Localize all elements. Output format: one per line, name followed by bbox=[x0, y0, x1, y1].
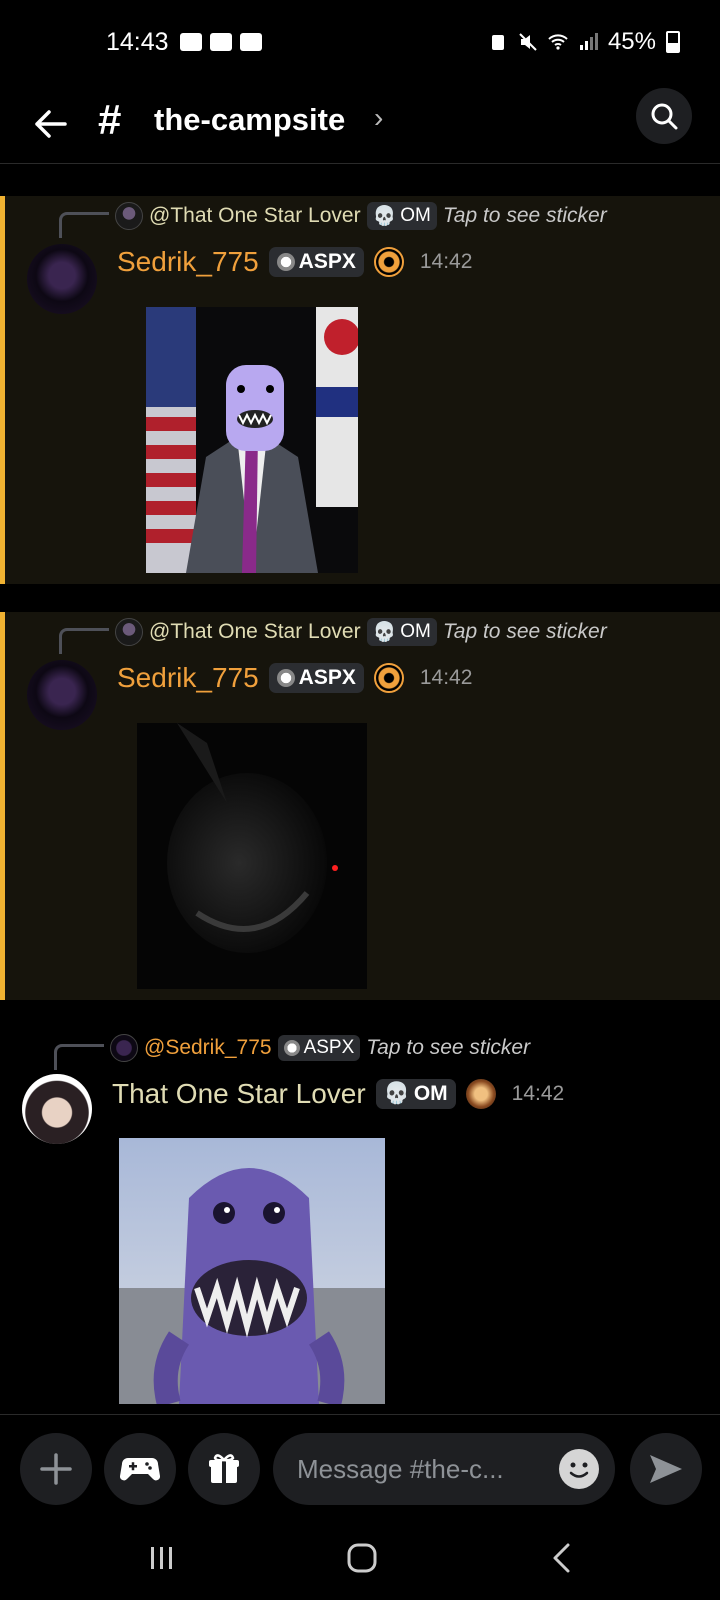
timestamp: 14:42 bbox=[419, 250, 473, 273]
locked-channel-icon: # bbox=[98, 96, 122, 143]
badge-icon bbox=[373, 663, 404, 693]
add-attachment-button[interactable] bbox=[20, 1433, 92, 1505]
reply-tag-label: OM bbox=[400, 621, 431, 642]
recent-apps-icon[interactable] bbox=[148, 1544, 176, 1572]
arrow-left-icon bbox=[35, 110, 67, 138]
battery-icon bbox=[666, 31, 680, 53]
reply-text: Tap to see sticker bbox=[442, 204, 607, 227]
suit-portrait-image bbox=[146, 307, 358, 573]
reply-username[interactable]: @That One Star Lover bbox=[149, 620, 361, 644]
reply-preview[interactable]: @Sedrik_775 ASPX Tap to see sticker bbox=[110, 1034, 530, 1062]
server-tag: ASPX bbox=[268, 247, 364, 277]
gift-button[interactable] bbox=[188, 1433, 260, 1505]
reply-username[interactable]: @That One Star Lover bbox=[149, 204, 361, 228]
reply-server-tag: 💀 OM bbox=[366, 202, 437, 230]
message[interactable]: @Sedrik_775 ASPX Tap to see sticker That… bbox=[0, 1028, 720, 1414]
message-header: Sedrik_775 ASPX 14:42 bbox=[117, 662, 472, 694]
timestamp: 14:42 bbox=[511, 1082, 565, 1105]
reply-tag-label: ASPX bbox=[303, 1037, 355, 1058]
spiral-icon bbox=[283, 1040, 300, 1056]
nav-back-icon[interactable] bbox=[550, 1542, 574, 1574]
reply-avatar bbox=[115, 618, 143, 646]
search-icon bbox=[651, 103, 678, 130]
wifi-icon bbox=[548, 34, 568, 50]
reply-preview[interactable]: @That One Star Lover 💀 OM Tap to see stic… bbox=[115, 618, 607, 646]
server-tag-label: ASPX bbox=[298, 666, 356, 689]
message-header: Sedrik_775 ASPX 14:42 bbox=[117, 246, 472, 278]
notification-icons bbox=[180, 33, 262, 51]
reply-preview[interactable]: @That One Star Lover 💀 OM Tap to see stic… bbox=[115, 202, 607, 230]
message-input-placeholder: Message #the-c... bbox=[297, 1453, 504, 1484]
avatar[interactable] bbox=[22, 1074, 92, 1144]
server-tag-label: ASPX bbox=[298, 250, 356, 273]
dark-creature-image bbox=[137, 723, 367, 989]
reply-avatar bbox=[110, 1034, 138, 1062]
reply-tag-label: OM bbox=[400, 205, 431, 226]
gamepad-icon bbox=[120, 1458, 160, 1481]
plus-icon bbox=[40, 1453, 72, 1485]
status-time: 14:43 bbox=[106, 28, 169, 56]
back-button[interactable] bbox=[28, 102, 72, 146]
author-name[interactable]: Sedrik_775 bbox=[117, 662, 259, 694]
channel-title[interactable]: the-campsite bbox=[154, 102, 345, 138]
chevron-right-icon[interactable]: › bbox=[374, 102, 383, 134]
reply-server-tag: ASPX bbox=[277, 1035, 361, 1061]
author-name[interactable]: That One Star Lover bbox=[112, 1078, 366, 1110]
purple-monster-image bbox=[119, 1138, 385, 1404]
sticker-image[interactable] bbox=[137, 723, 367, 989]
reply-connector bbox=[54, 1044, 104, 1070]
folder-icon bbox=[210, 33, 232, 51]
server-tag: ASPX bbox=[268, 663, 364, 693]
reply-connector bbox=[59, 212, 109, 238]
reply-username[interactable]: @Sedrik_775 bbox=[144, 1036, 272, 1060]
server-tag: 💀 OM bbox=[375, 1079, 456, 1109]
message[interactable]: @That One Star Lover 💀 OM Tap to see stic… bbox=[0, 612, 720, 1000]
message[interactable]: @That One Star Lover 💀 OM Tap to see stic… bbox=[0, 196, 720, 584]
timestamp: 14:42 bbox=[419, 666, 473, 689]
reply-text: Tap to see sticker bbox=[366, 1036, 531, 1059]
sync-icon bbox=[491, 35, 504, 50]
emoji-button[interactable] bbox=[559, 1449, 599, 1489]
server-tag-label: OM bbox=[413, 1082, 448, 1105]
reply-avatar bbox=[115, 202, 143, 230]
skull-icon: 💀 bbox=[383, 1082, 410, 1105]
sticker-image[interactable] bbox=[119, 1138, 385, 1404]
channel-header: # the-campsite › bbox=[0, 84, 720, 164]
search-button[interactable] bbox=[636, 88, 692, 144]
system-nav-bar bbox=[0, 1524, 720, 1600]
sticker-image[interactable] bbox=[146, 307, 358, 573]
gallery-icon bbox=[240, 33, 262, 51]
voicemail-icon bbox=[180, 33, 202, 51]
reply-connector bbox=[59, 628, 109, 654]
battery-percent: 45% bbox=[607, 28, 656, 55]
avatar[interactable] bbox=[27, 660, 97, 730]
reply-server-tag: 💀 OM bbox=[366, 618, 437, 646]
mute-icon bbox=[519, 33, 537, 51]
send-button[interactable] bbox=[630, 1433, 702, 1505]
gift-icon bbox=[209, 1454, 239, 1483]
activities-button[interactable] bbox=[104, 1433, 176, 1505]
avatar[interactable] bbox=[27, 244, 97, 314]
send-icon bbox=[650, 1455, 682, 1483]
composer-bar: Message #the-c... bbox=[0, 1414, 720, 1524]
status-bar: 14:43 45% bbox=[0, 0, 720, 84]
signal-icon bbox=[579, 33, 598, 50]
smile-icon bbox=[569, 1462, 589, 1478]
author-name[interactable]: Sedrik_775 bbox=[117, 246, 259, 278]
message-input[interactable]: Message #the-c... bbox=[273, 1433, 615, 1505]
system-indicators: 45% bbox=[488, 28, 680, 56]
spiral-icon bbox=[276, 253, 295, 271]
home-icon[interactable] bbox=[346, 1542, 378, 1574]
spiral-icon bbox=[276, 669, 295, 687]
badge-icon bbox=[465, 1079, 496, 1109]
badge-icon bbox=[373, 247, 404, 277]
skull-icon: 💀 bbox=[372, 622, 397, 643]
reply-text: Tap to see sticker bbox=[442, 620, 607, 643]
message-header: That One Star Lover 💀 OM 14:42 bbox=[112, 1078, 564, 1110]
skull-icon: 💀 bbox=[372, 206, 397, 227]
